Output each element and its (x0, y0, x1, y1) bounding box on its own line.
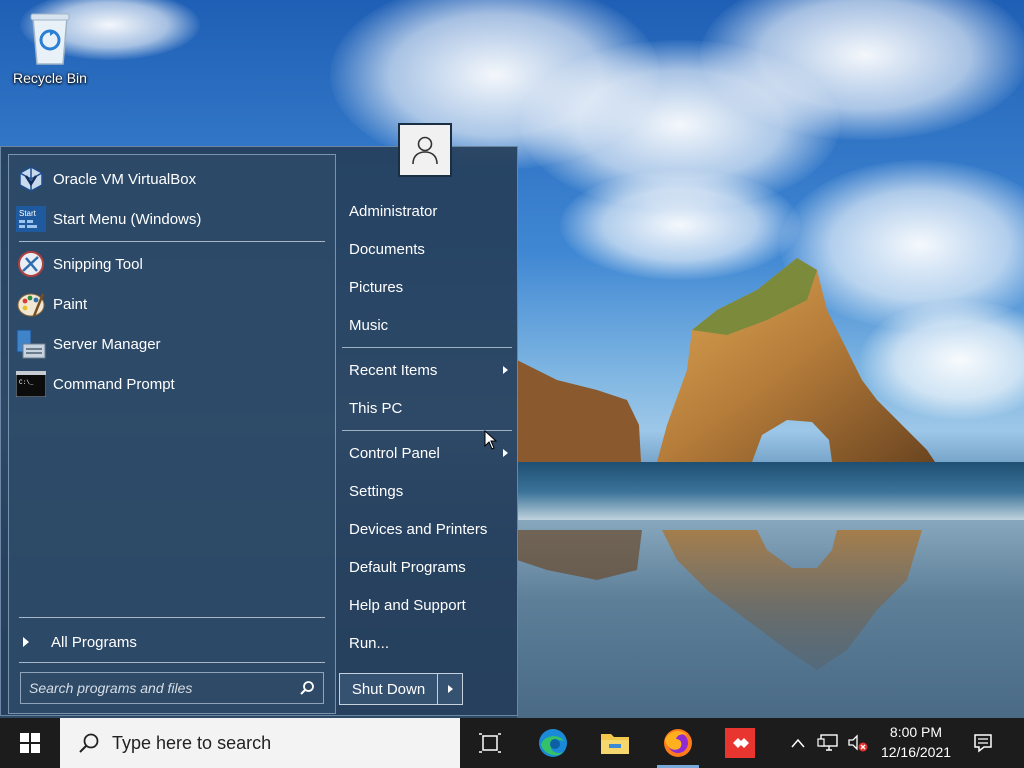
task-view-icon (479, 733, 501, 753)
place-label: Music (349, 316, 389, 334)
server-manager-icon (15, 328, 47, 360)
shutdown-button[interactable]: Shut Down (339, 673, 437, 705)
task-view-button[interactable] (465, 718, 515, 768)
start-menu: Oracle VM VirtualBox Start Start Menu (W… (0, 146, 518, 716)
recycle-bin-icon (30, 13, 70, 65)
place-label: Run... (349, 634, 390, 652)
place-label: Control Panel (349, 444, 440, 462)
volume-muted-icon (848, 734, 868, 752)
place-item-administrator[interactable]: Administrator (342, 194, 514, 228)
place-label: Recent Items (349, 361, 438, 379)
rock-arch-illustration (517, 258, 935, 670)
command-prompt-icon: C:\_ (15, 368, 47, 400)
place-item-this-pc[interactable]: This PC (342, 391, 514, 425)
place-item-pictures[interactable]: Pictures (342, 270, 514, 304)
anydesk-icon (725, 728, 755, 758)
place-item-recent-items[interactable]: Recent Items (342, 353, 514, 387)
start-search-box[interactable] (20, 672, 324, 704)
paint-icon (15, 288, 47, 320)
volume-tray-button[interactable] (845, 718, 871, 768)
taskbar: 8:00 PM 12/16/2021 (0, 718, 1024, 768)
program-label: Server Manager (53, 335, 161, 353)
shutdown-group: Shut Down (339, 673, 463, 705)
edge-taskbar-button[interactable] (528, 718, 578, 768)
taskbar-search-input[interactable] (112, 732, 452, 754)
place-item-settings[interactable]: Settings (342, 474, 514, 508)
taskbar-search-box[interactable] (60, 718, 460, 768)
clock-time: 8:00 PM (889, 724, 943, 740)
program-label: Command Prompt (53, 375, 175, 393)
chevron-up-icon (791, 738, 805, 748)
start-search-input[interactable] (29, 680, 299, 696)
expand-arrow-icon (23, 637, 29, 647)
edge-icon (539, 729, 567, 757)
chevron-right-icon (447, 685, 453, 693)
submenu-arrow-icon (503, 366, 508, 374)
submenu-arrow-icon (503, 449, 508, 457)
place-item-run[interactable]: Run... (342, 626, 514, 660)
start-menu-icon: Start (15, 203, 47, 235)
program-item-start-menu-windows[interactable]: Start Start Menu (Windows) (15, 201, 329, 237)
cmd-icon-text: C:\_ (19, 379, 34, 386)
action-center-button[interactable] (968, 718, 998, 768)
programs-pane: Oracle VM VirtualBox Start Start Menu (W… (8, 154, 336, 714)
place-item-default-programs[interactable]: Default Programs (342, 550, 514, 584)
programs-separator (19, 241, 325, 242)
program-label: Snipping Tool (53, 255, 143, 273)
place-item-devices-and-printers[interactable]: Devices and Printers (342, 512, 514, 546)
program-item-server-manager[interactable]: Server Manager (15, 326, 329, 362)
place-label: Devices and Printers (349, 520, 488, 538)
user-tile[interactable] (398, 123, 452, 177)
program-label: Oracle VM VirtualBox (53, 170, 197, 188)
search-icon (79, 733, 99, 753)
place-item-music[interactable]: Music (342, 308, 514, 342)
show-hidden-icons-button[interactable] (786, 718, 810, 768)
all-programs-separator (19, 617, 325, 618)
file-explorer-taskbar-button[interactable] (590, 718, 640, 768)
place-label: This PC (349, 399, 403, 417)
taskbar-clock[interactable]: 8:00 PM 12/16/2021 (872, 722, 960, 764)
place-label: Settings (349, 482, 404, 500)
place-label: Help and Support (349, 596, 466, 614)
program-item-virtualbox[interactable]: Oracle VM VirtualBox (15, 161, 329, 197)
place-label: Administrator (349, 202, 438, 220)
file-explorer-icon (601, 734, 629, 754)
all-programs-button[interactable]: All Programs (19, 627, 325, 657)
clock-date: 12/16/2021 (880, 744, 952, 760)
recycle-bin-desktop-icon[interactable]: Recycle Bin (6, 8, 94, 86)
start-icon-text: Start (19, 209, 37, 218)
program-item-command-prompt[interactable]: C:\_ Command Prompt (15, 366, 329, 402)
network-tray-button[interactable] (815, 718, 841, 768)
place-label: Documents (349, 240, 425, 258)
notifications-icon (974, 734, 992, 753)
snipping-tool-icon (15, 248, 47, 280)
firefox-icon (664, 729, 692, 757)
windows-logo-icon (20, 733, 40, 753)
place-label: Pictures (349, 278, 404, 296)
network-icon (817, 734, 838, 751)
place-item-help-and-support[interactable]: Help and Support (342, 588, 514, 622)
place-item-documents[interactable]: Documents (342, 232, 514, 266)
all-programs-label: All Programs (51, 633, 137, 651)
program-label: Start Menu (Windows) (53, 210, 202, 228)
mouse-cursor-icon (484, 430, 498, 450)
user-icon (412, 136, 438, 165)
virtualbox-icon (15, 163, 47, 195)
anydesk-taskbar-button[interactable] (715, 718, 765, 768)
place-label: Default Programs (349, 558, 466, 576)
start-button[interactable] (0, 718, 60, 768)
firefox-taskbar-button[interactable] (653, 718, 703, 768)
shutdown-options-button[interactable] (437, 673, 463, 705)
program-item-snipping-tool[interactable]: Snipping Tool (15, 246, 329, 282)
places-separator (342, 347, 512, 348)
search-icon[interactable] (299, 680, 315, 696)
program-label: Paint (53, 295, 88, 313)
recycle-bin-label: Recycle Bin (13, 70, 87, 86)
program-item-paint[interactable]: Paint (15, 286, 329, 322)
search-separator (19, 662, 325, 663)
